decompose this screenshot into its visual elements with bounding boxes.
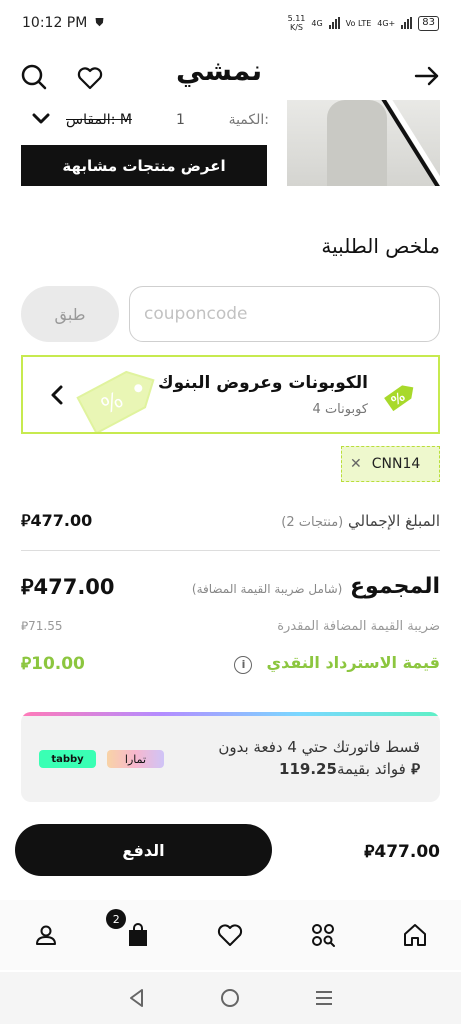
remove-coupon-icon[interactable]: ✕ (350, 456, 362, 472)
quantity-label: الكمية: (228, 112, 269, 128)
user-icon (36, 925, 57, 945)
nav-categories[interactable] (303, 915, 343, 955)
vat-row: ⃁71.55 ضريبة القيمة المضافة المقدرة (21, 616, 440, 636)
home-icon (403, 924, 426, 946)
nav-wishlist[interactable] (210, 915, 250, 955)
nav-home[interactable] (395, 915, 435, 955)
show-similar-button[interactable]: اعرض منتجات مشابهة (21, 145, 267, 186)
network-type-3: 4G+ (377, 18, 396, 28)
grand-total-amount: ⃁477.00 (21, 574, 115, 599)
recents-menu-icon[interactable] (313, 987, 335, 1009)
app-header: نمشي (0, 46, 461, 106)
back-arrow-icon[interactable] (413, 62, 441, 90)
tamara-logo: تمارا (107, 750, 164, 768)
installments-text: قسط فاتورتك حتي 4 دفعة بدون فوائد بقيمة1… (218, 738, 420, 778)
subtotal-label: (2 منتجات) المبلغ الإجمالي (281, 512, 440, 530)
heart-icon (218, 924, 243, 946)
categories-icon (311, 924, 335, 947)
search-icon[interactable] (20, 63, 48, 91)
chevron-left-icon[interactable] (49, 384, 65, 406)
subtotal-amount: ⃁477.00 (21, 511, 93, 530)
checkout-total: ⃁477.00 (364, 842, 440, 862)
vat-label: ضريبة القيمة المضافة المقدرة (277, 618, 440, 634)
divider (21, 550, 440, 551)
coupon-row: طبق (21, 286, 440, 342)
tag-watermark-icon: % (76, 370, 155, 432)
brand-logo[interactable]: نمشي (176, 54, 263, 87)
chevron-down-icon[interactable] (32, 112, 50, 126)
status-bar: 10:12 PM ⛊ 5.11 K/S 4G Vo LTE 4G+ 83 (0, 0, 461, 46)
signal-icon (328, 17, 340, 29)
grand-total-label: (شامل ضريبة القيمة المضافة) المجموع (191, 573, 440, 599)
bottom-navigation: 2 (0, 900, 461, 970)
bank-offers-title: الكوبونات وعروض البنوك (157, 373, 368, 393)
discount-tag-icon: % (384, 385, 414, 412)
gradient-bar (21, 712, 440, 716)
nav-account[interactable] (26, 915, 66, 955)
home-circle-icon[interactable] (219, 987, 241, 1009)
product-image[interactable] (287, 100, 440, 186)
back-triangle-icon[interactable] (126, 987, 148, 1009)
info-icon[interactable]: i (234, 655, 253, 674)
pay-button[interactable]: الدفع (15, 824, 272, 876)
wishlist-icon[interactable] (76, 64, 104, 92)
nav-cart[interactable]: 2 (106, 909, 158, 955)
subtotal-row: ⃁477.00 (2 منتجات) المبلغ الإجمالي (21, 508, 440, 534)
status-indicators: 5.11 K/S 4G Vo LTE 4G+ 83 (288, 14, 439, 32)
product-figure (327, 100, 387, 186)
cart-count-badge: 2 (106, 909, 127, 929)
cashback-label: i قيمة الاسترداد النقدي (234, 653, 440, 674)
apply-coupon-button[interactable]: طبق (21, 286, 119, 342)
status-time: 10:12 PM (22, 15, 88, 31)
coupon-input[interactable] (129, 286, 440, 342)
signal-icon-2 (401, 17, 413, 29)
net-speed: 5.11 K/S (287, 14, 306, 32)
shield-icon: ⛊ (95, 16, 104, 29)
order-summary-title: ملخص الطلبية (321, 234, 440, 258)
installments-card[interactable]: tabby تمارا قسط فاتورتك حتي 4 دفعة بدون … (21, 712, 440, 802)
bank-offers-count: 4 كوبونات (312, 402, 368, 417)
network-type-1: 4G (311, 18, 323, 28)
checkout-bar: الدفع ⃁477.00 (0, 820, 461, 884)
grand-total-row: ⃁477.00 (شامل ضريبة القيمة المضافة) المج… (21, 568, 440, 604)
battery-icon: 83 (418, 15, 439, 31)
tabby-logo: tabby (39, 750, 96, 768)
shopping-bag-icon (129, 923, 148, 946)
cashback-amount: ⃁10.00 (21, 654, 85, 674)
applied-coupon-chip: ✕ CNN14 (341, 446, 440, 482)
network-type-2: Vo LTE (345, 18, 372, 28)
vat-amount: ⃁71.55 (21, 618, 63, 633)
applied-coupon-code: CNN14 (371, 456, 421, 472)
cashback-row: ⃁10.00 i قيمة الاسترداد النقدي (21, 650, 440, 676)
bank-offers-card[interactable]: % الكوبونات وعروض البنوك 4 كوبونات % (21, 355, 440, 434)
quantity-value[interactable]: 1 (176, 112, 185, 128)
system-navigation (0, 972, 461, 1024)
size-selector[interactable]: المقاس: M (66, 112, 132, 128)
